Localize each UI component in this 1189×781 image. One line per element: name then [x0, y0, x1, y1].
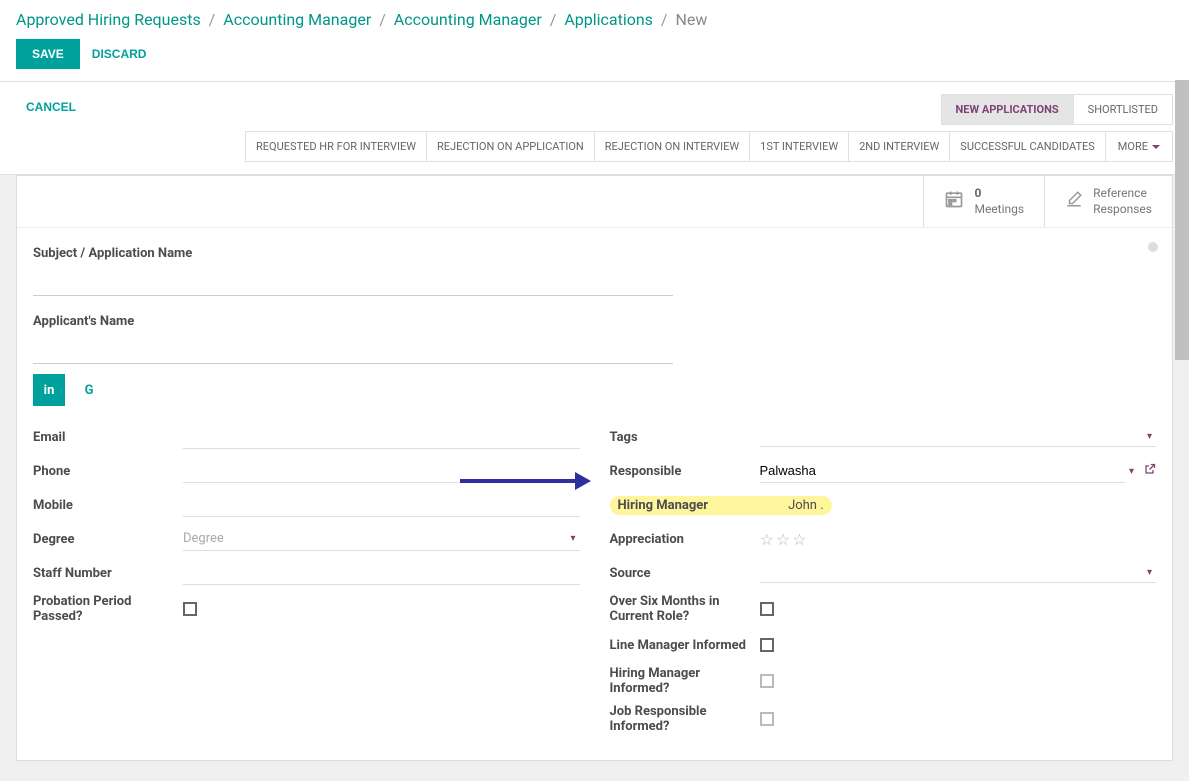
statusbar: CANCEL NEW APPLICATIONS SHORTLISTED REQU… [0, 82, 1189, 175]
form-columns: Email Phone Mobile DegreeDegree ▾ Staff N… [33, 424, 1156, 742]
stage-new-applications[interactable]: NEW APPLICATIONS [941, 94, 1074, 125]
stage-successful[interactable]: SUCCESSFUL CANDIDATES [949, 131, 1106, 162]
stage-shortlisted[interactable]: SHORTLISTED [1073, 94, 1173, 125]
phone-input[interactable] [183, 459, 580, 483]
email-input[interactable] [183, 425, 580, 449]
hmgr-checkbox[interactable] [760, 674, 774, 688]
social-row: in G [33, 374, 1156, 406]
toolbar: SAVE DISCARD [0, 39, 1189, 81]
stage-row-top: NEW APPLICATIONS SHORTLISTED [942, 94, 1173, 125]
stage-more[interactable]: MORE [1105, 131, 1173, 162]
stage-rejection-app[interactable]: REJECTION ON APPLICATION [426, 131, 595, 162]
mobile-label: Mobile [33, 498, 183, 513]
stat-meetings[interactable]: 0 Meetings [923, 176, 1044, 227]
external-link-icon[interactable] [1144, 463, 1156, 479]
linemgr-label: Line Manager Informed [610, 638, 760, 653]
breadcrumb-sep: / [209, 10, 216, 29]
stat-reference[interactable]: Reference Responses [1044, 176, 1172, 227]
hiring-manager-value: John . [788, 498, 824, 513]
star-icon: ☆ [776, 530, 790, 549]
hiring-manager-label: Hiring Manager [618, 498, 709, 513]
hiring-manager-highlight: Hiring Manager John . [610, 496, 832, 515]
google-button[interactable]: G [73, 374, 105, 406]
col-left: Email Phone Mobile DegreeDegree ▾ Staff N… [33, 424, 580, 742]
caret-down-icon [1152, 145, 1160, 149]
caret-down-icon: ▾ [1147, 567, 1152, 578]
subject-label: Subject / Application Name [33, 246, 1156, 261]
col-right: Tags▾ Responsible▾ Hiring ManagerJohn . … [610, 424, 1157, 742]
stat-buttons: 0 Meetings Reference Responses [17, 176, 1172, 228]
staff-label: Staff Number [33, 566, 183, 581]
caret-down-icon: ▾ [570, 533, 575, 544]
jobresp-checkbox[interactable] [760, 712, 774, 726]
breadcrumb-current: New [675, 10, 707, 29]
over6-label: Over Six Months in Current Role? [610, 594, 760, 624]
tags-label: Tags [610, 430, 760, 445]
calendar-icon [944, 189, 964, 214]
breadcrumb-sep: / [379, 10, 386, 29]
email-label: Email [33, 430, 183, 445]
tags-select[interactable]: ▾ [760, 427, 1157, 447]
stage-rows: NEW APPLICATIONS SHORTLISTED REQUESTED H… [246, 94, 1173, 162]
stage-2nd-interview[interactable]: 2ND INTERVIEW [848, 131, 950, 162]
probation-label: Probation Period Passed? [33, 594, 183, 624]
save-button[interactable]: SAVE [16, 39, 80, 69]
meetings-label: Meetings [974, 202, 1024, 218]
probation-checkbox[interactable] [183, 602, 197, 616]
breadcrumb-sep: / [550, 10, 557, 29]
stat-reference-text: Reference Responses [1093, 186, 1152, 217]
degree-select[interactable]: Degree ▾ [183, 527, 580, 551]
source-select[interactable]: ▾ [760, 563, 1157, 583]
hmgr-label: Hiring Manager Informed? [610, 666, 760, 696]
star-icon: ☆ [792, 530, 806, 549]
form-body: Subject / Application Name Applicant's N… [17, 228, 1172, 760]
caret-down-icon: ▾ [1147, 431, 1152, 442]
subject-input[interactable] [33, 265, 673, 296]
breadcrumb-link[interactable]: Approved Hiring Requests [16, 10, 201, 29]
reference-l2: Responses [1093, 202, 1152, 218]
scroll-thumb[interactable] [1175, 80, 1189, 360]
responsible-label: Responsible [610, 464, 760, 479]
stat-meetings-text: 0 Meetings [974, 186, 1024, 217]
reference-l1: Reference [1093, 186, 1152, 202]
stage-row-bottom: REQUESTED HR FOR INTERVIEW REJECTION ON … [246, 131, 1173, 162]
stage-rejection-interview[interactable]: REJECTION ON INTERVIEW [594, 131, 750, 162]
degree-placeholder: Degree [183, 531, 224, 546]
source-label: Source [610, 566, 760, 581]
appreciation-label: Appreciation [610, 532, 760, 547]
breadcrumb-link[interactable]: Accounting Manager [394, 10, 542, 29]
form-sheet: 0 Meetings Reference Responses Subject /… [16, 175, 1173, 761]
caret-down-icon: ▾ [1129, 466, 1134, 477]
more-label: MORE [1118, 140, 1148, 153]
stage-1st-interview[interactable]: 1ST INTERVIEW [749, 131, 849, 162]
breadcrumb: Approved Hiring Requests / Accounting Ma… [0, 0, 1189, 39]
jobresp-label: Job Responsible Informed? [610, 704, 760, 734]
degree-label: Degree [33, 532, 183, 547]
meetings-count: 0 [974, 186, 1024, 202]
star-icon: ☆ [760, 530, 774, 549]
cancel-button[interactable]: CANCEL [16, 94, 86, 120]
linkedin-button[interactable]: in [33, 374, 65, 406]
responsible-input[interactable] [760, 459, 1125, 483]
linemgr-checkbox[interactable] [760, 638, 774, 652]
content-wrap: 0 Meetings Reference Responses Subject /… [0, 175, 1189, 781]
breadcrumb-link[interactable]: Applications [564, 10, 653, 29]
breadcrumb-link[interactable]: Accounting Manager [223, 10, 371, 29]
appreciation-stars[interactable]: ☆☆☆ [760, 530, 1157, 549]
scrollbar[interactable] [1175, 80, 1189, 727]
edit-icon [1065, 190, 1083, 213]
over6-checkbox[interactable] [760, 602, 774, 616]
discard-button[interactable]: DISCARD [92, 47, 147, 61]
applicant-label: Applicant's Name [33, 314, 1156, 329]
phone-label: Phone [33, 464, 183, 479]
breadcrumb-sep: / [661, 10, 668, 29]
staff-input[interactable] [183, 561, 580, 585]
mobile-input[interactable] [183, 493, 580, 517]
applicant-input[interactable] [33, 333, 673, 364]
priority-dot[interactable] [1148, 242, 1158, 252]
stage-requested-hr[interactable]: REQUESTED HR FOR INTERVIEW [245, 131, 427, 162]
